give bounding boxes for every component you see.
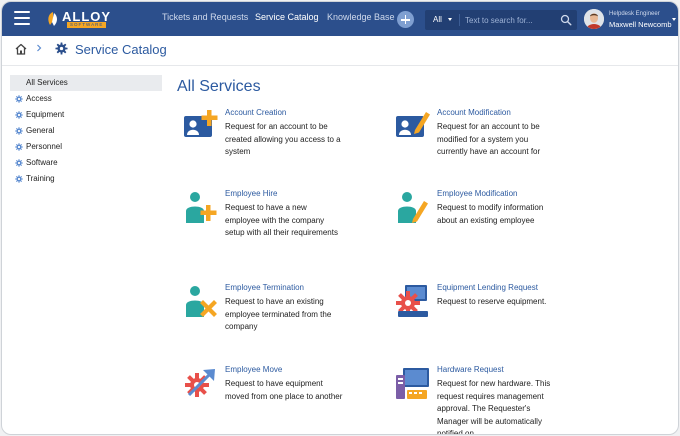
service-card-equipment-lending-request[interactable]: Equipment Lending Request Request to res… [395,283,595,353]
id-card-plus-icon [184,110,218,137]
sidebar-item-label: Software [26,158,58,167]
service-title[interactable]: Account Creation [225,108,286,117]
nav-tickets-and-requests[interactable]: Tickets and Requests [162,12,248,22]
service-title[interactable]: Hardware Request [437,365,504,374]
sidebar-item-label: Equipment [26,110,65,119]
chevron-down-icon[interactable] [672,18,676,21]
sidebar-item-label: General [26,126,55,135]
sidebar-item-label: Personnel [26,142,63,151]
sidebar-item-access[interactable]: Access [10,91,162,107]
service-title[interactable]: Employee Termination [225,283,304,292]
service-card-employee-hire[interactable]: Employee Hire Request to have a new empl… [183,189,383,259]
avatar[interactable] [584,9,604,29]
service-card-account-creation[interactable]: Account Creation Request for an account … [183,108,383,178]
search-box: All [425,10,577,30]
service-description: Request to reserve equipment. [437,297,547,306]
gear-icon [55,42,68,55]
service-description: Request for new hardware. This request r… [437,379,551,435]
category-sidebar: All Services Access Equipment General Pe… [10,75,162,187]
menu-icon[interactable] [14,11,30,25]
search-input[interactable] [465,13,557,27]
service-title[interactable]: Employee Modification [437,189,517,198]
gear-icon [15,175,23,183]
service-description: Request to have equipment moved from one… [225,379,343,401]
service-card-employee-modification[interactable]: Employee Modification Request to modify … [395,189,595,259]
service-description: Request to modify information about an e… [437,203,544,225]
sidebar-item-training[interactable]: Training [10,171,162,187]
home-icon[interactable] [14,42,28,56]
sidebar-item-general[interactable]: General [10,123,162,139]
service-card-account-modification[interactable]: Account Modification Request for an acco… [395,108,595,178]
logo-subtitle: SOFTWARE [67,22,107,28]
sidebar-item-label: Access [26,94,52,103]
service-card-hardware-request[interactable]: Hardware Request Request for new hardwar… [395,365,595,435]
section-title: All Services [177,78,261,95]
search-icon[interactable] [560,14,572,26]
sidebar-item-label: Training [26,174,55,183]
service-description: Request to have a new employee with the … [225,203,338,237]
user-avatar-icon [584,9,604,29]
equipment-lending-icon [396,285,428,317]
chevron-down-icon[interactable] [448,18,452,21]
chevron-right-icon [37,44,42,52]
person-remove-icon [186,286,217,317]
service-title[interactable]: Account Modification [437,108,511,117]
service-description: Request to have an existing employee ter… [225,297,332,331]
service-title[interactable]: Employee Hire [225,189,277,198]
gear-icon [15,143,23,151]
gear-icon [15,159,23,167]
nav-knowledge-base[interactable]: Knowledge Base [327,12,395,22]
service-title[interactable]: Equipment Lending Request [437,283,538,292]
user-role: Helpdesk Engineer [609,11,660,17]
gear-icon [15,95,23,103]
sidebar-item-all-services[interactable]: All Services [10,75,162,91]
user-name[interactable]: Maxwell Newcomb [609,20,672,29]
sidebar-item-label: All Services [26,78,68,87]
service-description: Request for an account to be modified fo… [437,122,541,156]
page-title: Service Catalog [75,42,167,57]
alloy-logo-icon [48,12,57,26]
search-divider [459,14,460,26]
computer-hardware-icon [396,368,429,399]
gear-move-icon [185,369,215,397]
search-scope-select[interactable]: All [433,15,442,24]
app-window: ALLOY SOFTWARE Tickets and Requests Serv… [1,1,679,435]
sidebar-item-personnel[interactable]: Personnel [10,139,162,155]
id-card-edit-icon [396,112,430,137]
top-bar: ALLOY SOFTWARE Tickets and Requests Serv… [2,2,678,36]
person-edit-icon [398,192,428,223]
nav-service-catalog[interactable]: Service Catalog [255,12,319,22]
service-card-employee-termination[interactable]: Employee Termination Request to have an … [183,283,383,353]
person-plus-icon [186,192,217,223]
sidebar-item-equipment[interactable]: Equipment [10,107,162,123]
service-card-employee-move[interactable]: Employee Move Request to have equipment … [183,365,383,434]
service-description: Request for an account to be created all… [225,122,341,156]
breadcrumb: Service Catalog [2,36,678,66]
plus-icon[interactable] [397,11,414,28]
gear-icon [15,111,23,119]
sidebar-item-software[interactable]: Software [10,155,162,171]
service-title[interactable]: Employee Move [225,365,282,374]
gear-icon [15,127,23,135]
